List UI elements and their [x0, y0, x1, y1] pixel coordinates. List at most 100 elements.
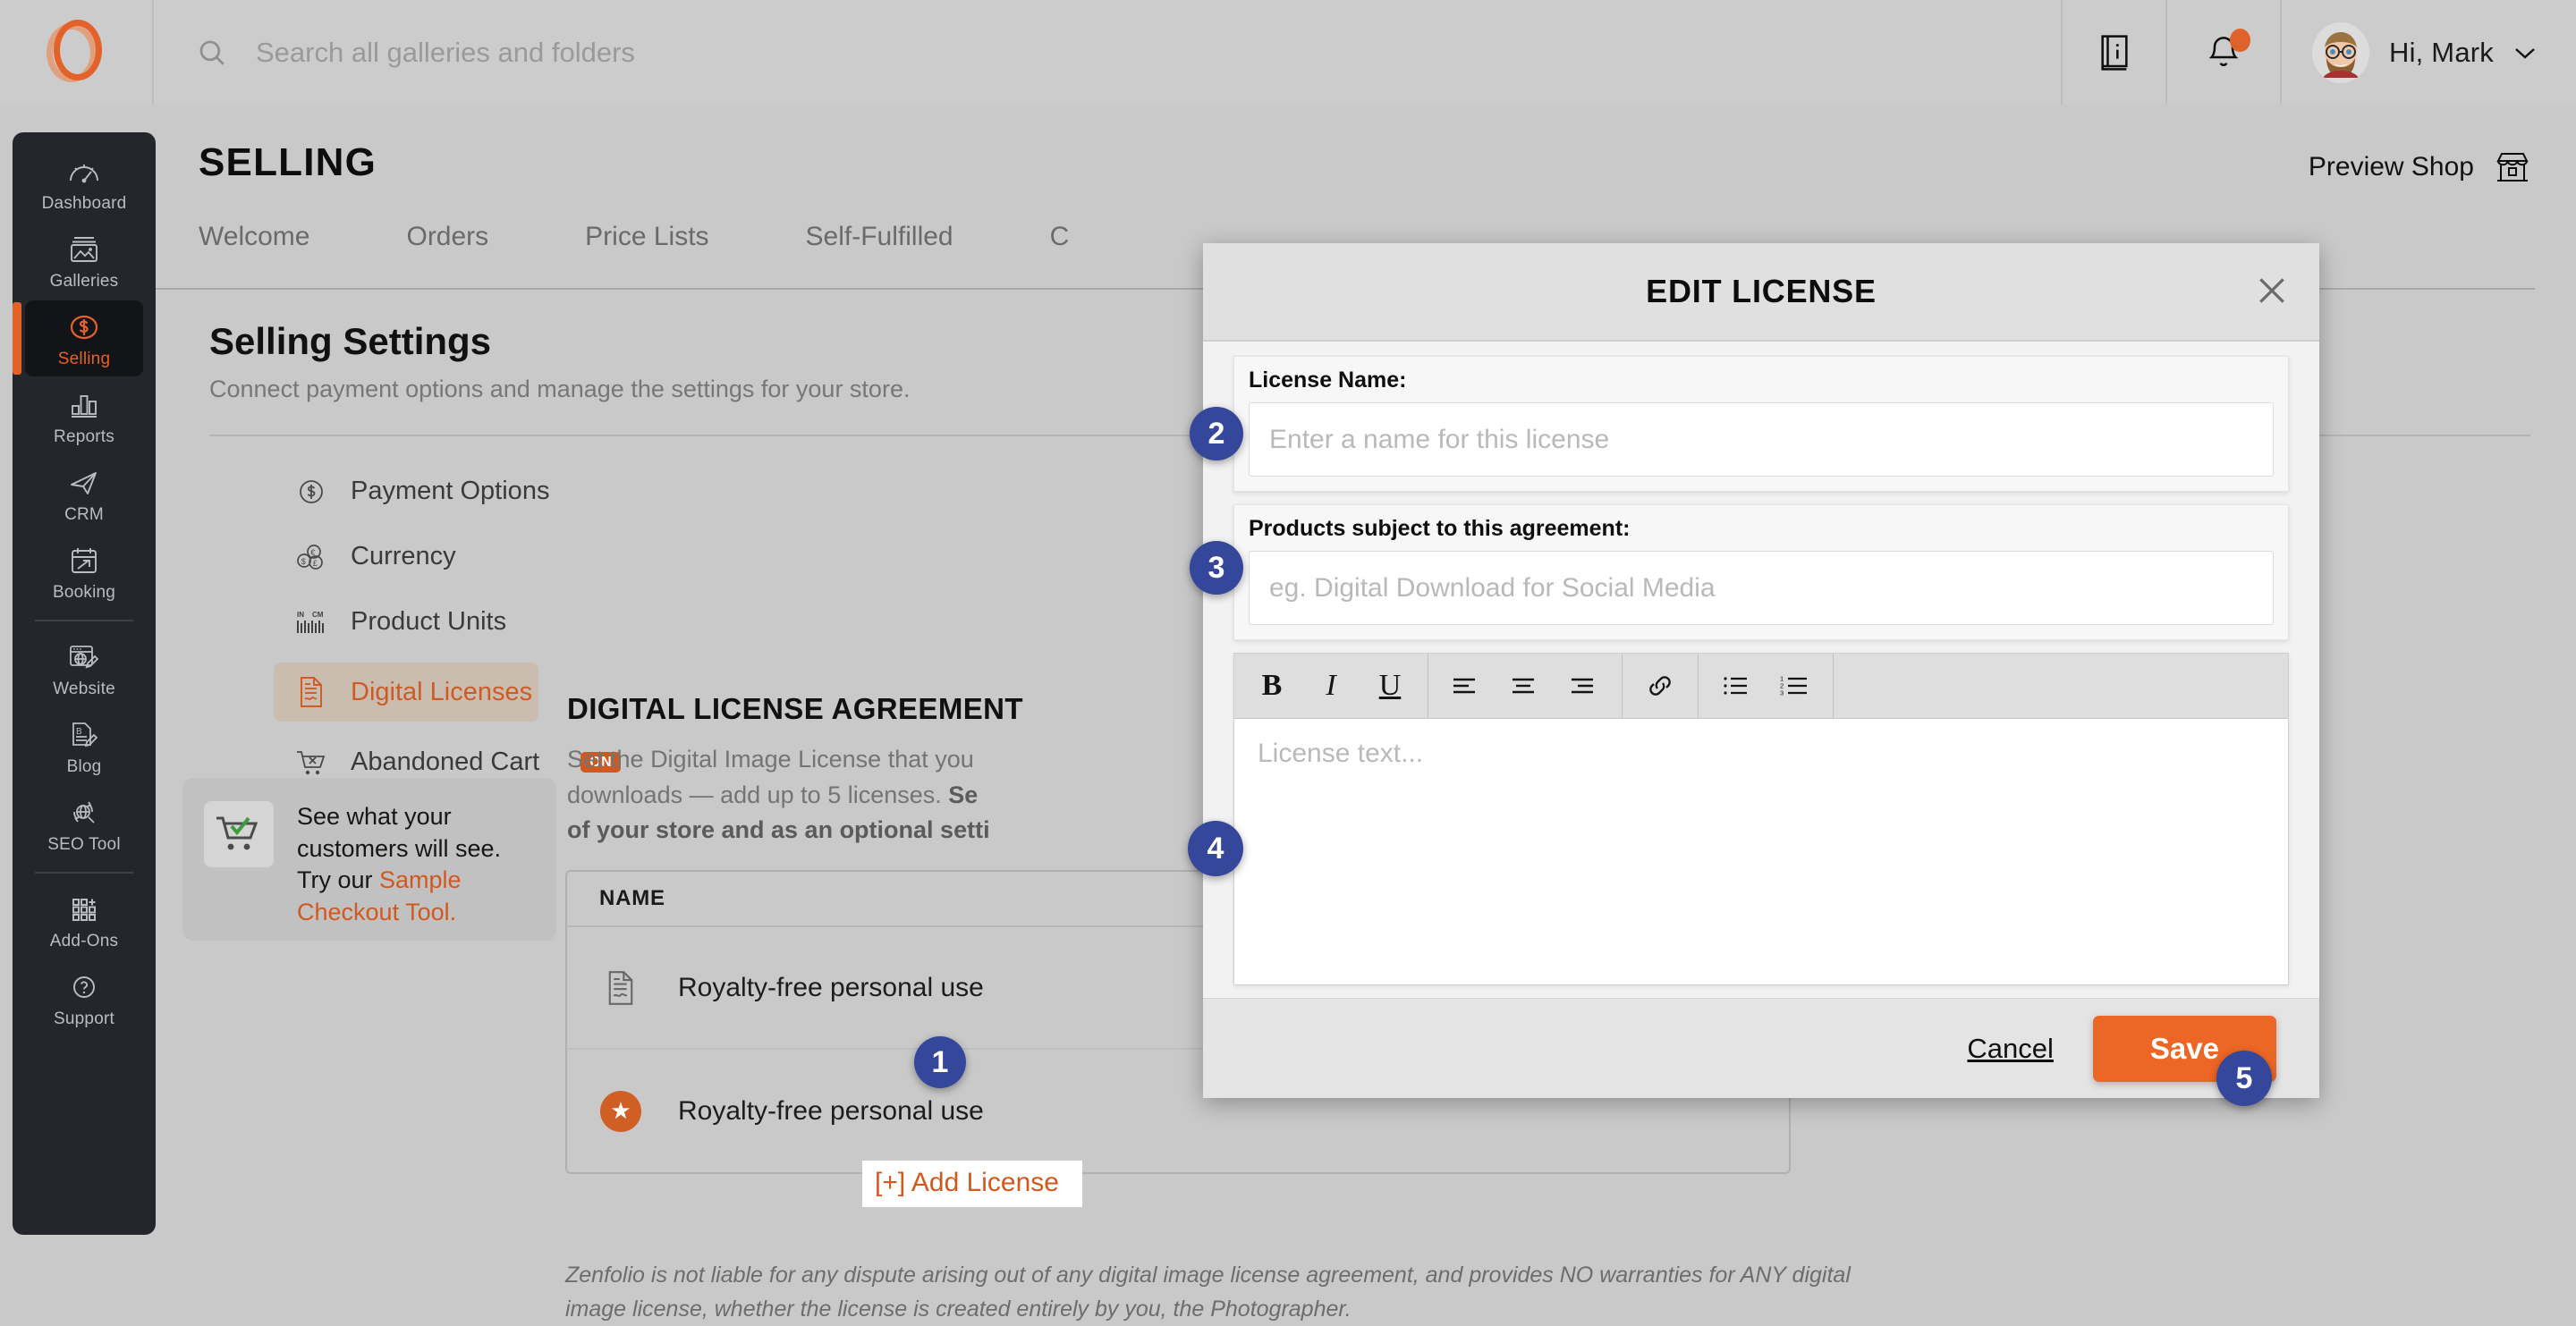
browser-pencil-icon [64, 638, 105, 676]
step-marker-4: 4 [1188, 821, 1243, 876]
dialog-body: License Name: Products subject to this a… [1203, 342, 2319, 985]
license-name: Royalty-free personal use [678, 972, 984, 1002]
svg-text:IN: IN [297, 611, 304, 619]
sidebar-item-blog[interactable]: B Blog [25, 708, 143, 784]
cancel-button[interactable]: Cancel [1967, 1033, 2054, 1065]
notifications-button[interactable] [2165, 0, 2280, 105]
dialog-footer: Cancel Save [1203, 998, 2319, 1098]
underline-icon[interactable]: U [1367, 663, 1413, 709]
license-document-icon [599, 967, 642, 1009]
sample-checkout-promo: See what your customers will see. Try ou… [182, 778, 556, 941]
promo-line-1: See what your [297, 803, 452, 830]
page-title: SELLING [199, 140, 377, 184]
sidebar-item-selling[interactable]: Selling [13, 300, 143, 376]
bullet-list-icon[interactable] [1713, 663, 1759, 709]
settings-item-label: Payment Options [351, 477, 550, 505]
bold-icon[interactable]: B [1249, 663, 1295, 709]
sidebar-item-website[interactable]: Website [25, 630, 143, 706]
numbered-list-icon[interactable]: 1 2 3 [1772, 663, 1818, 709]
promo-line-3-prefix: Try our [297, 866, 380, 894]
star-badge-icon: ★ [599, 1090, 642, 1133]
user-menu[interactable]: Hi, Mark [2280, 0, 2576, 105]
step-marker-1: 1 [914, 1036, 966, 1088]
license-document-icon [293, 674, 329, 710]
sidebar-item-label: Dashboard [41, 194, 127, 213]
sample-checkout-link-part2[interactable]: Checkout Tool. [297, 897, 501, 929]
toolbar-group-link [1623, 654, 1699, 718]
sidebar-item-label: Reports [54, 427, 114, 446]
settings-item-currency[interactable]: € $ £ Currency [274, 532, 497, 581]
dla-desc-bold1: Se [948, 781, 979, 808]
dollar-circle-icon [293, 474, 329, 510]
tab-orders[interactable]: Orders [406, 222, 488, 252]
products-input[interactable] [1249, 551, 2274, 625]
sidebar-divider [35, 872, 133, 874]
settings-item-digital-licenses[interactable]: Digital Licenses [274, 663, 538, 722]
help-button[interactable] [2061, 0, 2165, 105]
sidebar-item-support[interactable]: Support [25, 960, 143, 1036]
grid-plus-icon [64, 891, 105, 928]
license-text-editor[interactable]: License text... [1234, 719, 2288, 984]
toolbar-group-lists: 1 2 3 [1699, 654, 1834, 718]
license-name: Royalty-free personal use [678, 1095, 984, 1126]
close-icon[interactable] [2255, 274, 2289, 308]
toolbar-group-alignment [1428, 654, 1623, 718]
add-license-button[interactable]: [+] Add License [862, 1161, 1082, 1207]
paper-plane-icon [64, 464, 105, 502]
sample-checkout-link-part1[interactable]: Sample [379, 866, 462, 893]
dla-desc-part2: downloads — add up to 5 licenses. [567, 781, 949, 808]
align-center-icon[interactable] [1502, 663, 1548, 709]
license-name-input[interactable] [1249, 402, 2274, 477]
sidebar-item-booking[interactable]: Booking [25, 534, 143, 610]
settings-item-payment-options[interactable]: Payment Options [274, 467, 549, 516]
products-label: Products subject to this agreement: [1249, 516, 1631, 541]
sidebar-item-reports[interactable]: Reports [25, 378, 143, 454]
top-header: Hi, Mark [0, 0, 2576, 105]
sidebar-item-seo-tool[interactable]: SEO Tool [25, 786, 143, 862]
settings-item-label: Digital Licenses [351, 677, 533, 706]
tab-price-lists[interactable]: Price Lists [585, 222, 708, 252]
book-info-icon [2100, 34, 2128, 71]
column-header-name: NAME [599, 886, 665, 910]
sidebar-item-label: Booking [52, 583, 116, 602]
globe-search-icon [64, 794, 105, 832]
legal-disclaimer: Zenfolio is not liable for any dispute a… [565, 1263, 1851, 1322]
edit-license-dialog: EDIT LICENSE License Name: Products subj… [1203, 243, 2319, 1098]
sidebar-item-add-ons[interactable]: Add-Ons [25, 883, 143, 959]
tab-self-fulfilled[interactable]: Self-Fulfilled [806, 222, 953, 252]
sidebar-item-dashboard[interactable]: Dashboard [25, 145, 143, 221]
chevron-down-icon[interactable] [2513, 46, 2537, 60]
dollar-circle-icon [64, 308, 105, 346]
products-group: Products subject to this agreement: [1233, 504, 2289, 640]
svg-text:$: $ [301, 556, 306, 565]
link-icon[interactable] [1637, 663, 1683, 709]
promo-text: See what your customers will see. Try ou… [297, 801, 501, 941]
toolbar-group-spacer [1834, 654, 2288, 718]
step-marker-2: 2 [1190, 407, 1243, 460]
sidebar-item-galleries[interactable]: Galleries [25, 223, 143, 299]
global-search[interactable] [154, 0, 2061, 105]
cart-check-icon [204, 801, 274, 867]
sidebar-item-label: Galleries [49, 272, 119, 291]
sidebar-item-crm[interactable]: CRM [25, 456, 143, 532]
license-name-label: License Name: [1249, 367, 1407, 393]
promo-line-2: customers will see. [297, 834, 502, 862]
question-circle-icon [64, 968, 105, 1006]
search-input[interactable] [256, 36, 1597, 69]
settings-item-product-units[interactable]: IN CM Product Units [274, 597, 506, 646]
tab-partial-c[interactable]: C [1050, 222, 1070, 252]
svg-text:3: 3 [1780, 689, 1784, 697]
license-name-group: License Name: [1233, 356, 2289, 492]
align-right-icon[interactable] [1561, 663, 1607, 709]
app-logo[interactable] [0, 0, 154, 105]
align-left-icon[interactable] [1443, 663, 1489, 709]
toolbar-group-text-style: B I U [1234, 654, 1428, 718]
user-greeting: Hi, Mark [2389, 36, 2494, 68]
zenfolio-logo-icon [47, 19, 106, 86]
photo-stack-icon [64, 231, 105, 268]
preview-shop-button[interactable]: Preview Shop [2309, 148, 2533, 186]
section-subtitle: Connect payment options and manage the s… [209, 376, 911, 402]
tab-welcome[interactable]: Welcome [199, 222, 309, 252]
italic-icon[interactable]: I [1308, 663, 1354, 709]
gauge-icon [64, 153, 105, 190]
